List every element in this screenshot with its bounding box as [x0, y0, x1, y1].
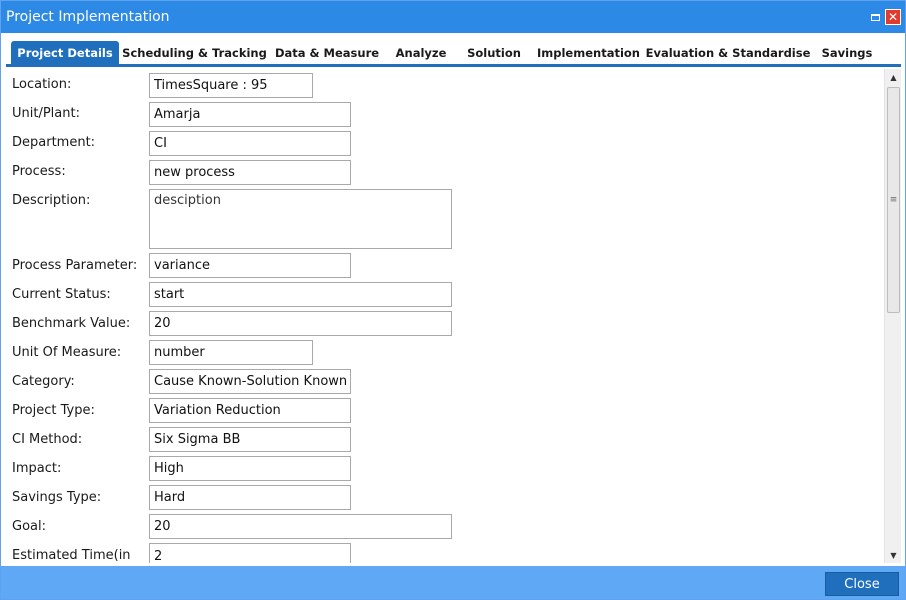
dialog-title: Project Implementation: [6, 9, 170, 25]
project-type-field[interactable]: Variation Reduction: [149, 398, 351, 423]
description-label: Description:: [12, 193, 91, 208]
category-field[interactable]: Cause Known-Solution Known: [149, 369, 351, 394]
tab-project-details[interactable]: Project Details: [11, 41, 119, 65]
project-implementation-dialog: Project Implementation ✕ Project Details…: [0, 0, 906, 600]
close-window-icon[interactable]: ✕: [885, 9, 901, 25]
unit-of-measure-field[interactable]: number: [149, 340, 313, 365]
savings-type-field[interactable]: Hard: [149, 485, 351, 510]
unit-plant-field[interactable]: Amarja: [149, 102, 351, 127]
current-status-label: Current Status:: [12, 287, 111, 302]
savings-type-label: Savings Type:: [12, 490, 102, 505]
tab-analyze[interactable]: Analyze: [390, 41, 452, 65]
tab-data-measure[interactable]: Data & Measure: [274, 41, 380, 65]
estimated-time-field[interactable]: 2: [149, 543, 351, 563]
tab-bar: Project Details Scheduling & Tracking Da…: [6, 39, 901, 67]
restore-window-icon[interactable]: [867, 9, 883, 25]
process-label: Process:: [12, 164, 66, 179]
category-label: Category:: [12, 374, 75, 389]
tab-solution[interactable]: Solution: [462, 41, 526, 65]
tab-implementation[interactable]: Implementation: [536, 41, 641, 65]
estimated-time-label: Estimated Time(in: [12, 548, 131, 563]
location-field[interactable]: TimesSquare : 95: [149, 73, 313, 98]
unit-of-measure-label: Unit Of Measure:: [12, 345, 122, 360]
scroll-down-arrow-icon[interactable]: ▼: [885, 547, 902, 563]
tab-evaluation-standardise[interactable]: Evaluation & Standardise: [646, 41, 811, 65]
grip-icon: ≡: [889, 195, 898, 205]
ci-method-label: CI Method:: [12, 432, 83, 447]
benchmark-value-field[interactable]: 20: [149, 311, 452, 336]
process-field[interactable]: new process: [149, 160, 351, 185]
current-status-field[interactable]: start: [149, 282, 452, 307]
dialog-titlebar[interactable]: Project Implementation ✕: [1, 1, 905, 33]
unit-plant-label: Unit/Plant:: [12, 106, 80, 121]
ci-method-field[interactable]: Six Sigma BB: [149, 427, 351, 452]
benchmark-value-label: Benchmark Value:: [12, 316, 131, 331]
impact-field[interactable]: High: [149, 456, 351, 481]
process-parameter-label: Process Parameter:: [12, 258, 138, 273]
scroll-up-arrow-icon[interactable]: ▲: [885, 69, 902, 85]
dialog-footer: Close: [1, 566, 905, 599]
project-details-form: Location: TimesSquare : 95 Unit/Plant: A…: [6, 69, 884, 563]
project-type-label: Project Type:: [12, 403, 95, 418]
close-button[interactable]: Close: [825, 572, 899, 596]
location-label: Location:: [12, 77, 72, 92]
tab-scheduling-tracking[interactable]: Scheduling & Tracking: [122, 41, 267, 65]
tab-savings[interactable]: Savings: [815, 41, 879, 65]
department-field[interactable]: CI: [149, 131, 351, 156]
goal-label: Goal:: [12, 519, 46, 534]
impact-label: Impact:: [12, 461, 62, 476]
vertical-scrollbar[interactable]: ▲ ≡ ▼: [884, 69, 901, 563]
goal-field[interactable]: 20: [149, 514, 452, 539]
description-textarea[interactable]: desciption: [149, 189, 452, 249]
department-label: Department:: [12, 135, 96, 150]
scrollbar-thumb[interactable]: ≡: [887, 87, 900, 313]
process-parameter-field[interactable]: variance: [149, 253, 351, 278]
